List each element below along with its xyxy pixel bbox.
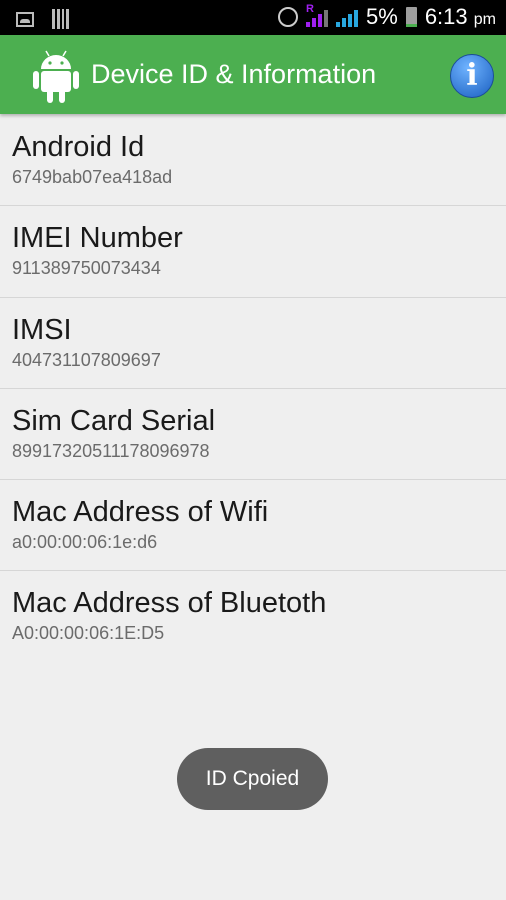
item-value: 6749bab07ea418ad [12, 167, 173, 187]
toast-message: ID Cpoied [177, 748, 328, 810]
list-item-bluetooth-mac[interactable]: Mac Address of Bluetoth A0:00:00:06:1E:D5 [0, 571, 506, 662]
item-label: Mac Address of Bluetoth [12, 587, 327, 620]
list-item-imsi[interactable]: IMSI 404731107809697 [0, 298, 506, 389]
info-button[interactable]: i [450, 54, 494, 98]
item-value: 89917320511178096978 [12, 440, 210, 461]
alarm-icon [278, 7, 299, 27]
image-icon [16, 11, 34, 27]
item-label: IMEI Number [12, 222, 183, 255]
item-value: a0:00:00:06:1e:d6 [12, 532, 158, 553]
item-value: 404731107809697 [12, 349, 161, 370]
item-label: Mac Address of Wifi [12, 496, 269, 529]
list-item-sim-serial[interactable]: Sim Card Serial 89917320511178096978 [0, 389, 506, 481]
battery-percent: 5% [366, 4, 398, 29]
item-label: Sim Card Serial [12, 404, 216, 437]
battery-charging-icon [405, 7, 417, 27]
status-bar: R 5% 6:13 pm [0, 0, 506, 35]
item-label: Android Id [12, 131, 145, 163]
app-bar: Device ID & Information i [0, 35, 506, 114]
signal-icon [336, 7, 359, 27]
list-item-imei[interactable]: IMEI Number 911389750073434 [0, 206, 506, 298]
list-item-wifi-mac[interactable]: Mac Address of Wifi a0:00:00:06:1e:d6 [0, 480, 506, 572]
item-label: IMSI [12, 313, 72, 346]
page-title: Device ID & Information [91, 59, 377, 89]
android-icon [33, 50, 79, 103]
list-item-android-id[interactable]: Android Id 6749bab07ea418ad [0, 115, 506, 207]
roaming-signal-icon: R [306, 3, 329, 27]
item-value: A0:00:00:06:1E:D5 [12, 623, 165, 644]
info-list: Android Id 6749bab07ea418ad IMEI Number 91… [0, 115, 506, 663]
clock: 6:13 pm [424, 4, 496, 29]
barcode-icon [52, 9, 69, 29]
item-value: 911389750073434 [12, 258, 161, 279]
